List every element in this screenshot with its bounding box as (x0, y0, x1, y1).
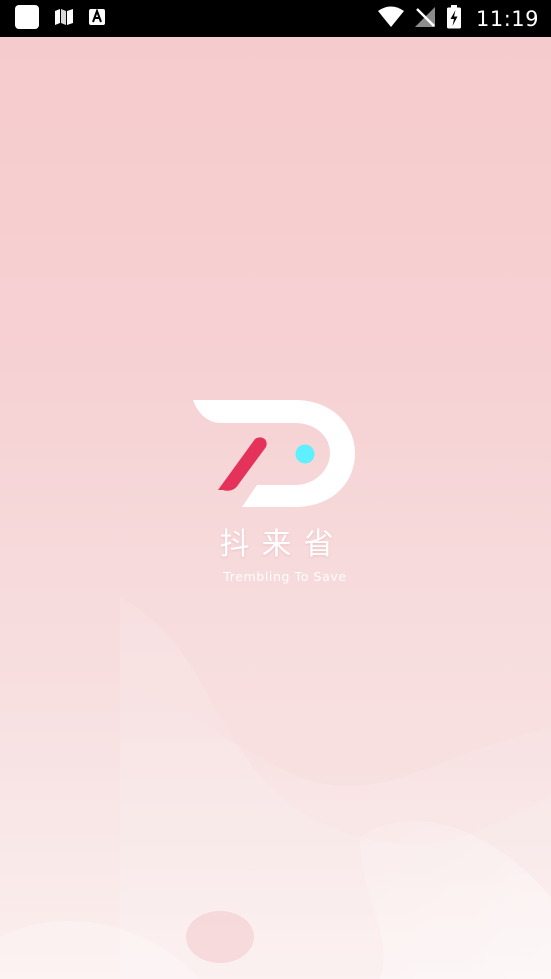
brand-name: 抖来省 (219, 527, 346, 562)
status-bar-left (14, 5, 106, 33)
app-logo (193, 400, 355, 507)
app-square-icon (14, 5, 40, 33)
font-a-icon (88, 8, 106, 30)
battery-charging-icon (446, 5, 462, 33)
splash-screen: 抖来省 Trembling To Save (0, 37, 551, 979)
map-icon (54, 8, 74, 30)
status-time: 11:19 (475, 7, 539, 31)
status-bar-right: 11:19 (377, 5, 539, 33)
status-bar: 11:19 (0, 0, 551, 37)
brand-tagline: Trembling To Save (223, 569, 347, 584)
no-signal-icon (414, 6, 436, 32)
wifi-icon (377, 6, 404, 32)
